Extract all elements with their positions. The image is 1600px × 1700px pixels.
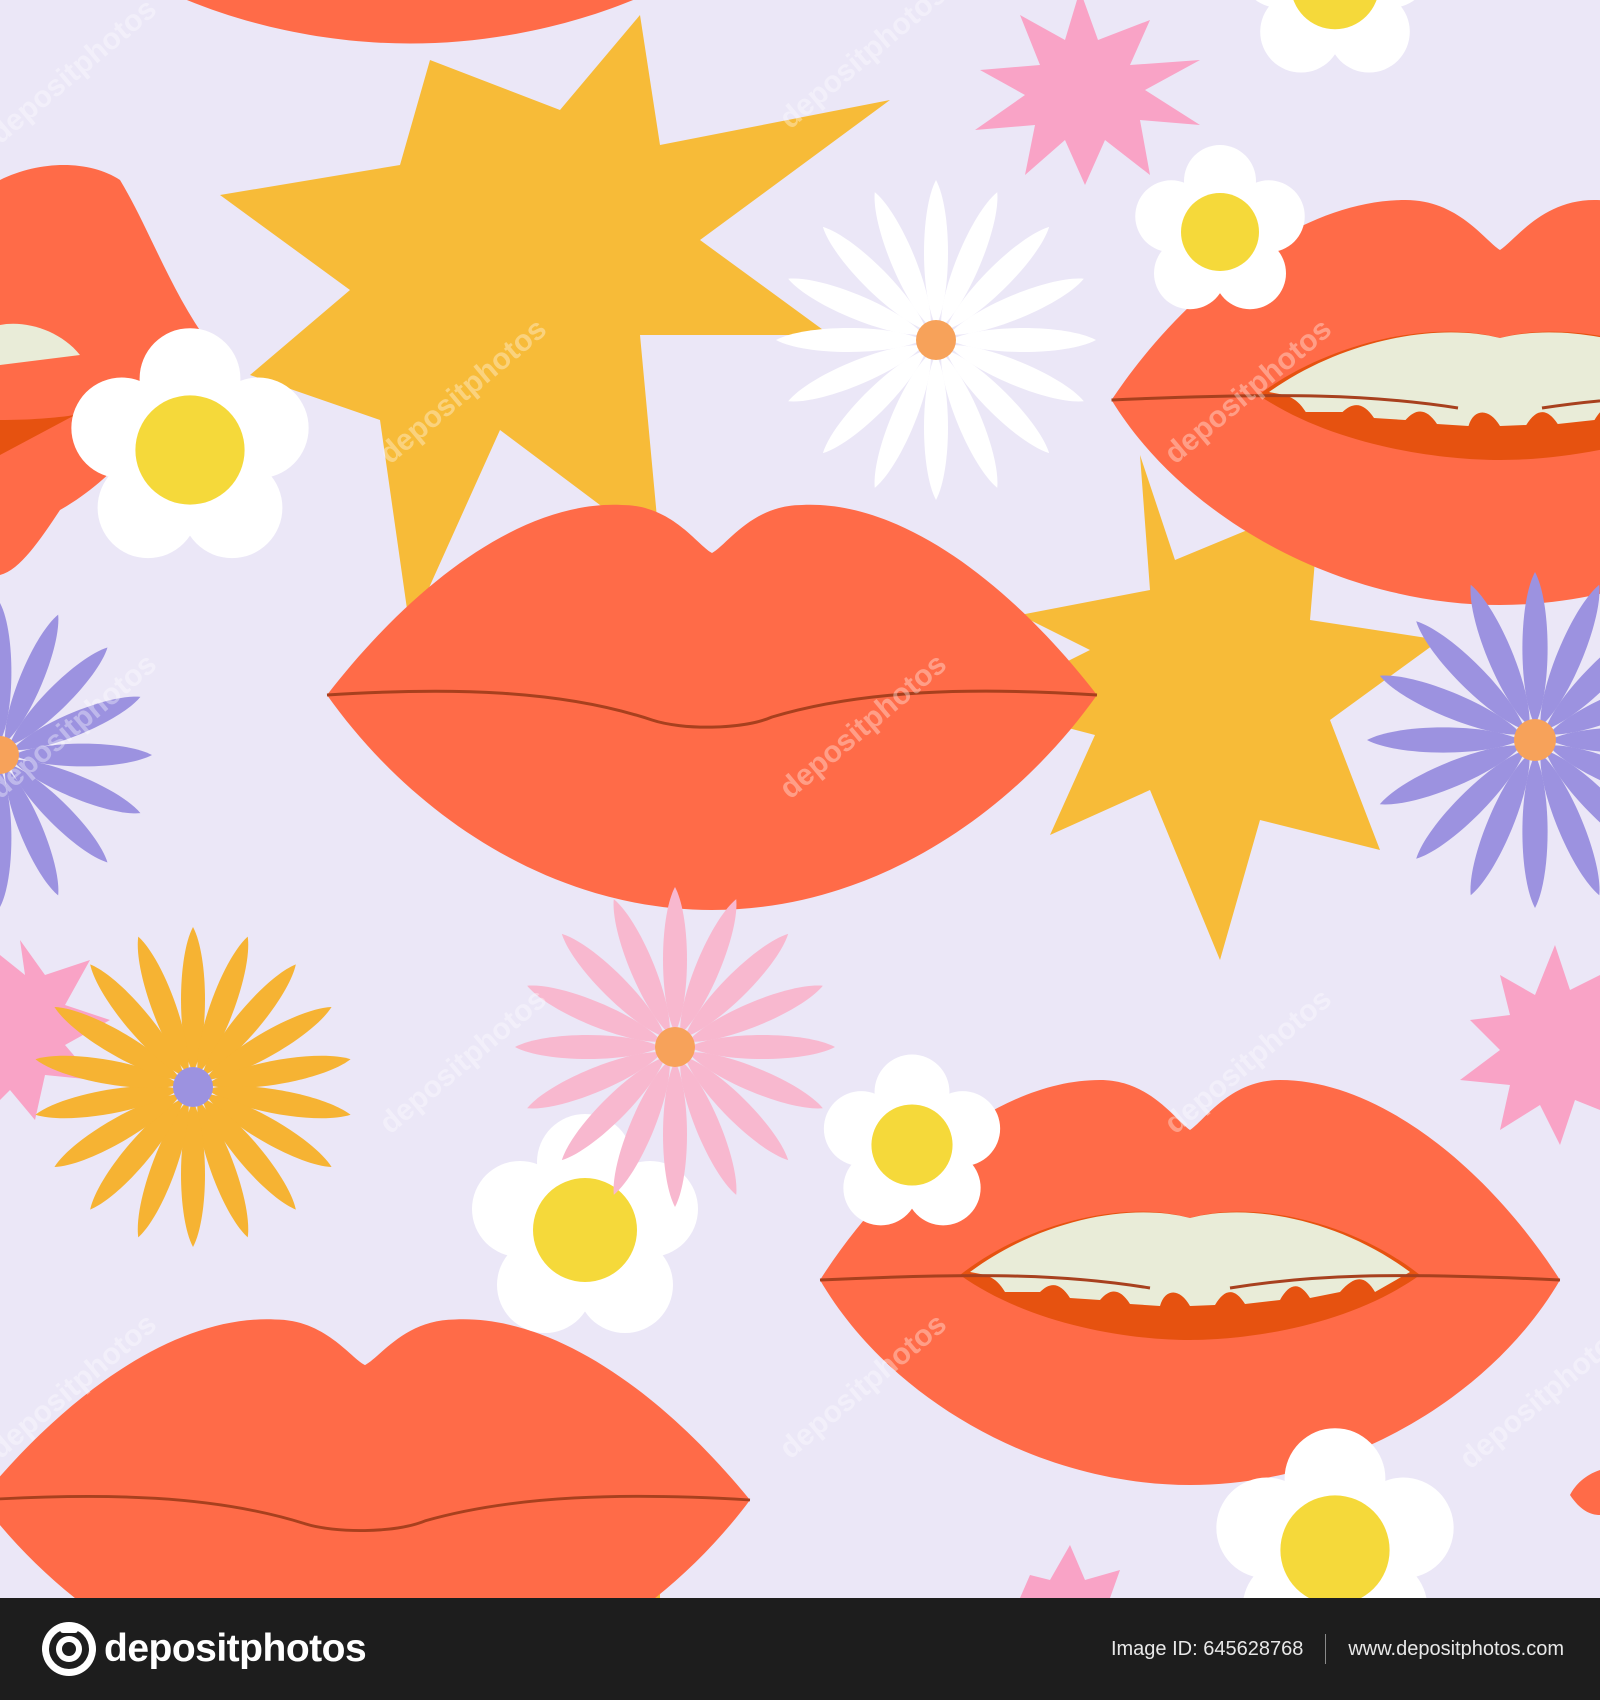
pink-star-shape bbox=[975, 0, 1200, 185]
pink-flower bbox=[515, 887, 835, 1207]
flower-center bbox=[655, 1027, 695, 1067]
divider bbox=[1325, 1634, 1327, 1664]
lips-shape bbox=[325, 503, 1099, 912]
purple-flower bbox=[1367, 572, 1600, 908]
daisy-flower bbox=[823, 1054, 1001, 1226]
lips-shape bbox=[1570, 1470, 1600, 1515]
brand-logo[interactable]: depositphotos bbox=[40, 1620, 367, 1678]
stock-footer: depositphotos Image ID: 645628768 www.de… bbox=[0, 1598, 1600, 1700]
brand-name: depositphotos bbox=[104, 1627, 367, 1670]
daisy-flower bbox=[1238, 0, 1432, 73]
camera-icon bbox=[42, 1622, 96, 1676]
daisy-flower bbox=[1135, 145, 1305, 310]
flower-center bbox=[1514, 719, 1556, 761]
pink-star-shape bbox=[1460, 945, 1600, 1145]
white-flower bbox=[776, 180, 1096, 500]
image-meta: Image ID: 645628768 www.depositphotos.co… bbox=[1111, 1598, 1564, 1700]
image-id: Image ID: 645628768 bbox=[1110, 1637, 1304, 1660]
pattern-artwork: depositphotos depositphotos depositphoto… bbox=[0, 0, 1600, 1598]
site-link[interactable]: www.depositphotos.com bbox=[1348, 1638, 1564, 1661]
flower-center bbox=[916, 320, 956, 360]
flower-center bbox=[173, 1067, 213, 1107]
svg-text:depositphotos: depositphotos bbox=[373, 982, 553, 1140]
pink-star-shape bbox=[1020, 1545, 1120, 1598]
pattern-canvas: depositphotos depositphotos depositphoto… bbox=[0, 0, 1600, 1598]
svg-text:depositphotos: depositphotos bbox=[0, 0, 163, 150]
